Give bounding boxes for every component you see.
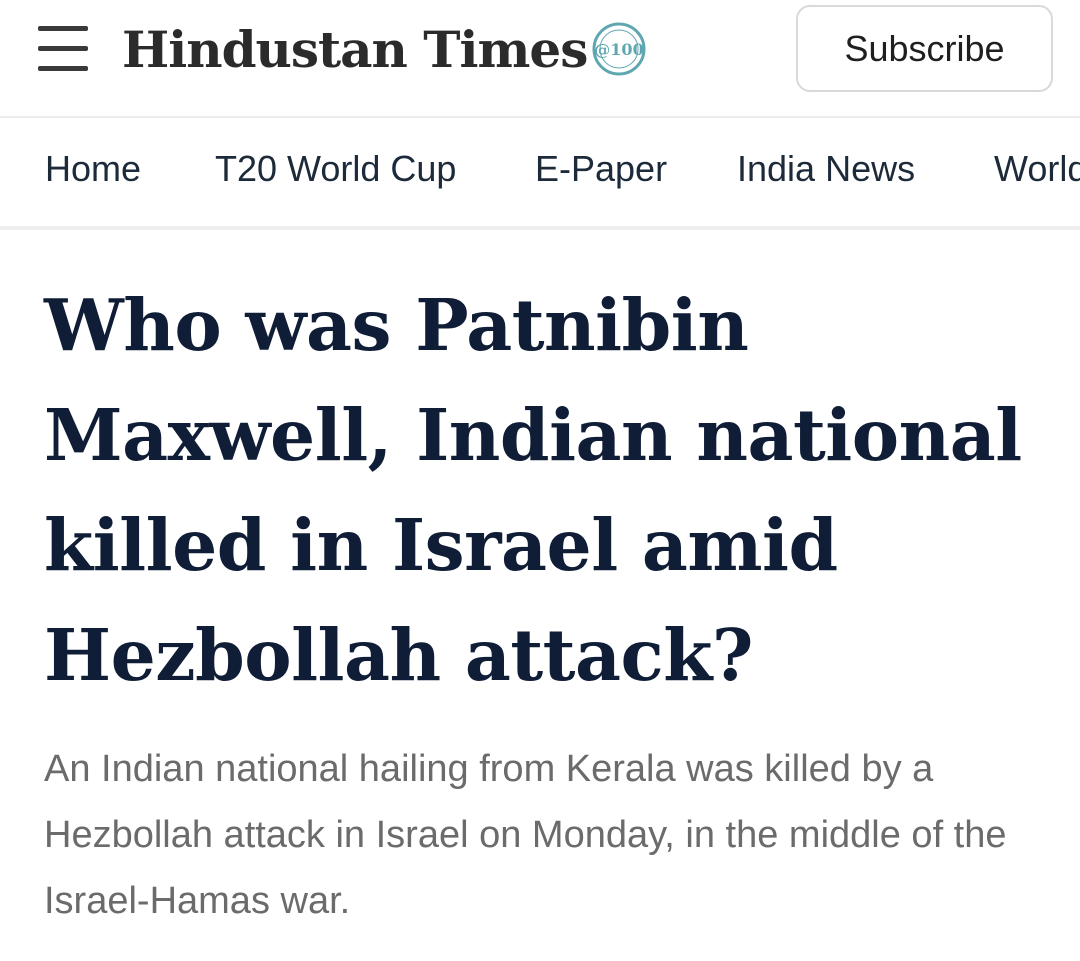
subscribe-button[interactable]: Subscribe (796, 5, 1053, 92)
article-summary: An Indian national hailing from Kerala w… (44, 748, 1007, 922)
nav-item-e-paper[interactable]: E-Paper (535, 148, 667, 190)
centenary-badge-icon: @100 (592, 22, 646, 76)
menu-bar (38, 66, 88, 71)
menu-bar (38, 46, 88, 51)
badge-text: @100 (595, 40, 644, 59)
menu-bar (38, 26, 88, 31)
nav-item-t20-world-cup[interactable]: T20 World Cup (215, 148, 456, 190)
top-navigation: Home T20 World Cup E-Paper India News Wo… (0, 118, 1080, 230)
logo-wordmark: Hindustan Times (122, 19, 588, 79)
site-logo[interactable]: Hindustan Times @100 (122, 14, 647, 84)
nav-item-home[interactable]: Home (45, 148, 141, 190)
article-block: Who was Patnibin Maxwell, Indian nationa… (44, 270, 1054, 934)
hamburger-menu-icon[interactable] (38, 26, 88, 72)
nav-item-world[interactable]: World (994, 148, 1080, 190)
article-headline[interactable]: Who was Patnibin Maxwell, Indian nationa… (44, 270, 1054, 710)
nav-item-india-news[interactable]: India News (737, 148, 915, 190)
site-header: Hindustan Times @100 Subscribe (0, 0, 1080, 118)
